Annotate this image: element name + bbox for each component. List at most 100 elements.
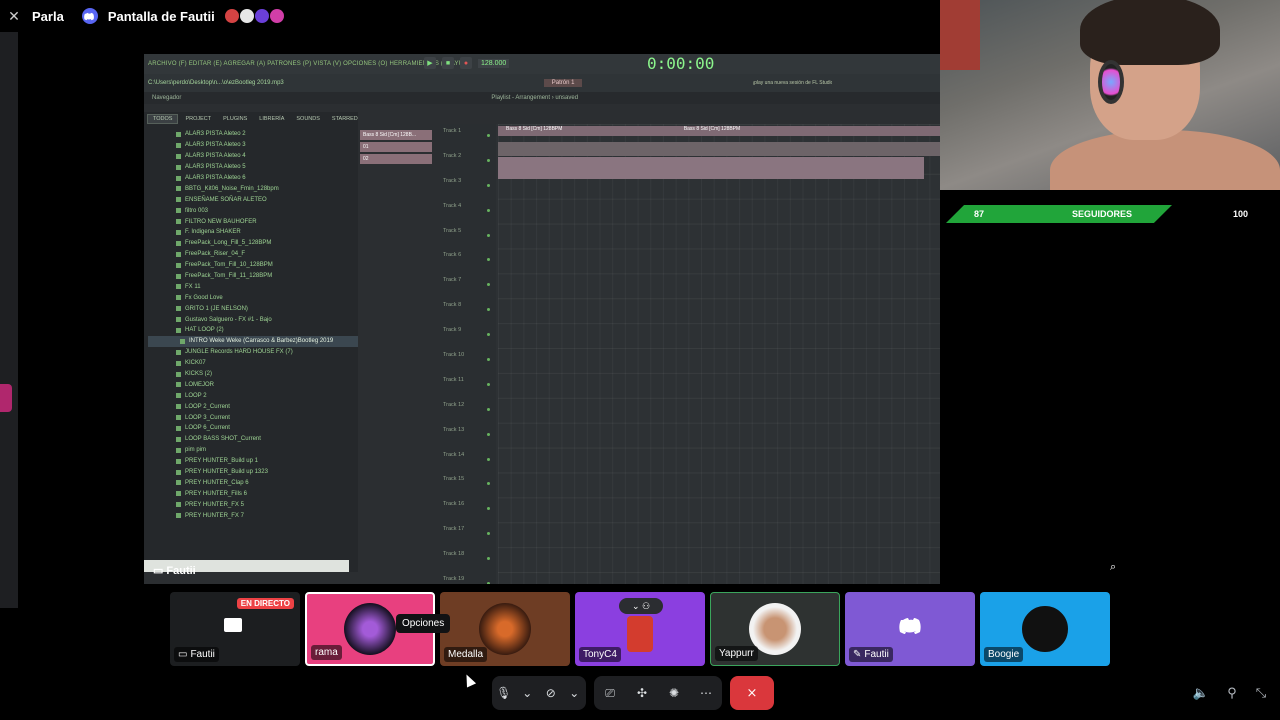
- track-led-icon[interactable]: [487, 233, 490, 237]
- browser-item[interactable]: ENSEÑAME SOÑAR ALETEO: [176, 194, 358, 205]
- track-header[interactable]: Track 4: [440, 199, 496, 224]
- track-header[interactable]: Track 8: [440, 298, 496, 323]
- track-led-icon[interactable]: [487, 382, 490, 386]
- browser-item[interactable]: INTRO Weke Weke (Carrasco & Barbez)Bootl…: [148, 335, 358, 347]
- participant-tile-boogie[interactable]: Boogie: [980, 592, 1110, 666]
- fl-studio-window[interactable]: ARCHIVO (F) EDITAR (E) AGREGAR (A) PATRO…: [144, 54, 940, 584]
- track-led-icon[interactable]: [487, 557, 490, 561]
- track-led-icon[interactable]: [487, 308, 490, 312]
- volume-icon[interactable]: 🔈: [1192, 684, 1210, 702]
- track-header[interactable]: Track 16: [440, 497, 496, 522]
- track-led-icon[interactable]: [487, 158, 490, 162]
- track-led-icon[interactable]: [487, 407, 490, 411]
- screen-share-icon[interactable]: ⎚: [599, 682, 621, 704]
- browser-item[interactable]: LOMEJOR: [176, 379, 358, 390]
- hang-up-button[interactable]: ⨯: [730, 676, 774, 710]
- browser-item[interactable]: LOOP BASS SHOT_Current: [176, 434, 358, 445]
- track-led-icon[interactable]: [487, 432, 490, 436]
- channel[interactable]: Bass 8 Sid [Cm] 128B...: [360, 130, 432, 140]
- track-header[interactable]: Track 19: [440, 572, 496, 584]
- browser-item[interactable]: LOOP 2_Current: [176, 401, 358, 412]
- browser-tab[interactable]: SOUNDS: [291, 115, 325, 123]
- browser-tab[interactable]: LIBRERÍA: [254, 115, 289, 123]
- browser-item[interactable]: HAT LOOP (2): [176, 325, 358, 336]
- browser-item[interactable]: PREY HUNTER_FX 5: [176, 499, 358, 510]
- track-header[interactable]: Track 12: [440, 398, 496, 423]
- track-led-icon[interactable]: [487, 582, 490, 584]
- microphone-icon[interactable]: 🎙: [493, 682, 515, 704]
- participant-tile-fautii-stream[interactable]: EN DIRECTO ▭ Fautii: [170, 592, 300, 666]
- track-header[interactable]: Track 10: [440, 348, 496, 373]
- track-led-icon[interactable]: [487, 183, 490, 187]
- record-icon[interactable]: ●: [460, 57, 472, 69]
- browser-item[interactable]: FreePack_Tom_Fill_11_128BPM: [176, 271, 358, 282]
- browser-item[interactable]: ALAR3 PISTA Aleteo 4: [176, 151, 358, 162]
- clip-header[interactable]: Bass 8 Sid [Cm] 128BPM Bass 8 Sid [Cm] 1…: [498, 126, 940, 136]
- browser-tab[interactable]: STARRED: [327, 115, 363, 123]
- browser-item[interactable]: ALAR3 PISTA Aleteo 3: [176, 140, 358, 151]
- track-header[interactable]: Track 1: [440, 124, 496, 149]
- browser-item[interactable]: GRITO 1 (JE NELSON): [176, 303, 358, 314]
- playlist-panel[interactable]: Track 1 Track 2 Track 3 Track 4 Track 5 Track…: [440, 124, 940, 584]
- track-header[interactable]: Track 9: [440, 323, 496, 348]
- browser-item[interactable]: ALAR3 PISTA Aleteo 6: [176, 173, 358, 184]
- track-led-icon[interactable]: [487, 507, 490, 511]
- channel-rack[interactable]: Bass 8 Sid [Cm] 128B... 01 02: [360, 130, 432, 166]
- browser-item[interactable]: LOOP 3_Current: [176, 412, 358, 423]
- track-header[interactable]: Track 14: [440, 448, 496, 473]
- browser-item[interactable]: FreePack_Tom_Fill_10_128BPM: [176, 260, 358, 271]
- track-header[interactable]: Track 11: [440, 373, 496, 398]
- track-led-icon[interactable]: [487, 358, 490, 362]
- fl-menu-bar[interactable]: ARCHIVO (F) EDITAR (E) AGREGAR (A) PATRO…: [144, 54, 940, 74]
- tempo-display[interactable]: 128.000: [478, 58, 510, 68]
- server-icon[interactable]: [0, 384, 12, 412]
- browser-item[interactable]: FreePack_Riser_04_F: [176, 249, 358, 260]
- track-led-icon[interactable]: [487, 208, 490, 212]
- browser-item[interactable]: Fx Good Love: [176, 292, 358, 303]
- track-led-icon[interactable]: [487, 134, 490, 137]
- track-led-icon[interactable]: [487, 482, 490, 486]
- browser-item[interactable]: ALAR3 PISTA Aleteo 5: [176, 162, 358, 173]
- chevron-down-icon[interactable]: ⌄: [563, 682, 585, 704]
- chevron-down-icon[interactable]: ⌄: [516, 682, 538, 704]
- participant-tile-tonyc4[interactable]: ⌄ ⚇ TonyC4: [575, 592, 705, 666]
- browser-tab[interactable]: TODOS: [147, 113, 179, 124]
- track-header[interactable]: Track 13: [440, 423, 496, 448]
- browser-item[interactable]: LOOP 6_Current: [176, 423, 358, 434]
- track-header[interactable]: Track 17: [440, 522, 496, 547]
- track-led-icon[interactable]: [487, 457, 490, 461]
- activities-icon[interactable]: ✣: [631, 682, 653, 704]
- more-icon[interactable]: ⋯: [695, 682, 717, 704]
- participant-tile-medalla[interactable]: Medalla: [440, 592, 570, 666]
- browser-item[interactable]: PREY HUNTER_Clap 6: [176, 478, 358, 489]
- browser-item[interactable]: F. Indigena SHAKER: [176, 227, 358, 238]
- browser-item[interactable]: pim pim: [176, 445, 358, 456]
- browser-item[interactable]: BBTG_Kit06_Noise_Fmin_128bpm: [176, 183, 358, 194]
- track-header[interactable]: Track 18: [440, 547, 496, 572]
- track-led-icon[interactable]: [487, 283, 490, 287]
- pattern-selector[interactable]: Patrón 1: [543, 79, 583, 87]
- browser-item[interactable]: FX 11: [176, 281, 358, 292]
- browser-tab[interactable]: PLUGINS: [218, 115, 252, 123]
- zoom-icon[interactable]: ⌕: [1110, 561, 1124, 575]
- channel[interactable]: 01: [360, 142, 432, 152]
- participant-tile-yappurr[interactable]: Yappurr: [710, 592, 840, 666]
- stop-icon[interactable]: ■: [442, 57, 454, 69]
- browser-item[interactable]: FILTRO NEW BAUHOFER: [176, 216, 358, 227]
- browser-tab[interactable]: PROJECT: [180, 115, 216, 123]
- participant-tile-fautii[interactable]: ✎ Fautii: [845, 592, 975, 666]
- track-led-icon[interactable]: [487, 333, 490, 337]
- browser-panel[interactable]: TODOS PROJECT PLUGINS LIBRERÍA SOUNDS ST…: [144, 112, 358, 572]
- browser-item[interactable]: PREY HUNTER_Fills 6: [176, 488, 358, 499]
- participant-options-icon[interactable]: ⌄ ⚇: [619, 598, 663, 614]
- browser-item[interactable]: LOOP 2: [176, 390, 358, 401]
- audio-clip[interactable]: [498, 142, 940, 156]
- track-header[interactable]: Track 15: [440, 472, 496, 497]
- browser-item[interactable]: PREY HUNTER_Build up 1323: [176, 467, 358, 478]
- track-header[interactable]: Track 7: [440, 273, 496, 298]
- channel[interactable]: 02: [360, 154, 432, 164]
- exit-fullscreen-icon[interactable]: ⤡: [1252, 684, 1270, 702]
- browser-item[interactable]: ALAR3 PISTA Aleteo 2: [176, 129, 358, 140]
- track-header[interactable]: Track 2: [440, 149, 496, 174]
- playlist-grid[interactable]: [498, 124, 940, 584]
